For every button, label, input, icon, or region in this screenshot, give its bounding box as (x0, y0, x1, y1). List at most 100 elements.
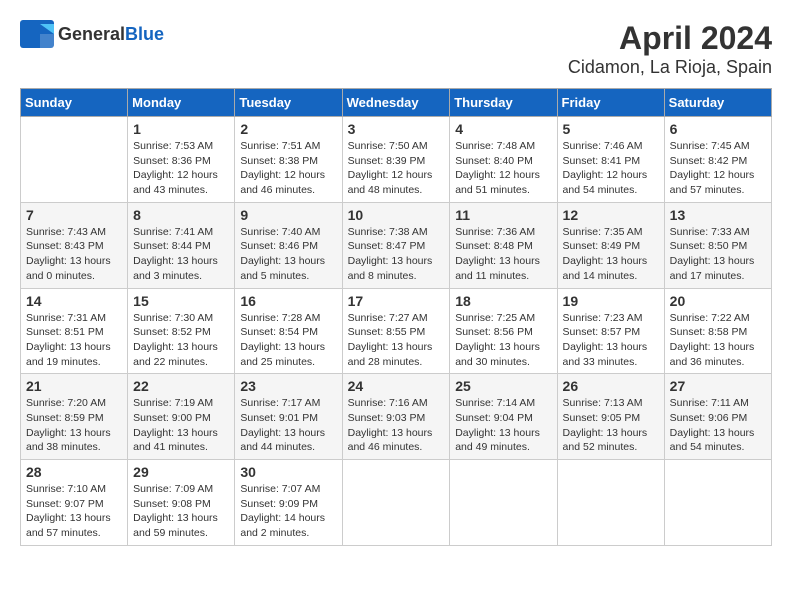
table-row: 21 Sunrise: 7:20 AM Sunset: 8:59 PM Dayli… (21, 374, 128, 460)
day-number: 19 (563, 293, 659, 309)
day-number: 4 (455, 121, 551, 137)
day-info: Sunrise: 7:31 AM Sunset: 8:51 PM Dayligh… (26, 311, 122, 370)
table-row: 14 Sunrise: 7:31 AM Sunset: 8:51 PM Dayli… (21, 288, 128, 374)
logo: GeneralBlue (20, 20, 164, 48)
table-row: 1 Sunrise: 7:53 AM Sunset: 8:36 PM Daylig… (128, 117, 235, 203)
day-number: 29 (133, 464, 229, 480)
table-row: 16 Sunrise: 7:28 AM Sunset: 8:54 PM Dayli… (235, 288, 342, 374)
table-row: 17 Sunrise: 7:27 AM Sunset: 8:55 PM Dayli… (342, 288, 450, 374)
day-number: 16 (240, 293, 336, 309)
table-row: 3Sunrise: 7:50 AM Sunset: 8:39 PM Daylig… (342, 117, 450, 203)
table-row: 30Sunrise: 7:07 AM Sunset: 9:09 PM Dayli… (235, 460, 342, 546)
day-number: 22 (133, 378, 229, 394)
col-wednesday: Wednesday (342, 89, 450, 117)
col-thursday: Thursday (450, 89, 557, 117)
day-number: 15 (133, 293, 229, 309)
table-row (21, 117, 128, 203)
day-info: Sunrise: 7:46 AM Sunset: 8:41 PM Dayligh… (563, 139, 659, 198)
table-row: 26 Sunrise: 7:13 AM Sunset: 9:05 PM Dayli… (557, 374, 664, 460)
day-info: Sunrise: 7:45 AM Sunset: 8:42 PM Dayligh… (670, 139, 766, 198)
day-info: Sunrise: 7:20 AM Sunset: 8:59 PM Dayligh… (26, 396, 122, 455)
calendar-week-row: 21 Sunrise: 7:20 AM Sunset: 8:59 PM Dayli… (21, 374, 772, 460)
table-row: 5Sunrise: 7:46 AM Sunset: 8:41 PM Daylig… (557, 117, 664, 203)
day-number: 2 (240, 121, 336, 137)
day-info: Sunrise: 7:16 AM Sunset: 9:03 PM Dayligh… (348, 396, 445, 455)
day-info: Sunrise: 7:35 AM Sunset: 8:49 PM Dayligh… (563, 225, 659, 284)
table-row: 13 Sunrise: 7:33 AM Sunset: 8:50 PM Dayli… (664, 202, 771, 288)
day-number: 14 (26, 293, 122, 309)
day-number: 3 (348, 121, 445, 137)
day-info: Sunrise: 7:17 AM Sunset: 9:01 PM Dayligh… (240, 396, 336, 455)
day-info: Sunrise: 7:48 AM Sunset: 8:40 PM Dayligh… (455, 139, 551, 198)
table-row: 29 Sunrise: 7:09 AM Sunset: 9:08 PM Dayli… (128, 460, 235, 546)
table-row: 19Sunrise: 7:23 AM Sunset: 8:57 PM Dayli… (557, 288, 664, 374)
table-row: 12 Sunrise: 7:35 AM Sunset: 8:49 PM Dayli… (557, 202, 664, 288)
day-info: Sunrise: 7:33 AM Sunset: 8:50 PM Dayligh… (670, 225, 766, 284)
table-row: 22 Sunrise: 7:19 AM Sunset: 9:00 PM Dayli… (128, 374, 235, 460)
day-info: Sunrise: 7:14 AM Sunset: 9:04 PM Dayligh… (455, 396, 551, 455)
calendar-week-row: 14 Sunrise: 7:31 AM Sunset: 8:51 PM Dayli… (21, 288, 772, 374)
day-number: 12 (563, 207, 659, 223)
table-row: 11 Sunrise: 7:36 AM Sunset: 8:48 PM Dayli… (450, 202, 557, 288)
table-row: 7Sunrise: 7:43 AM Sunset: 8:43 PM Daylig… (21, 202, 128, 288)
day-number: 28 (26, 464, 122, 480)
table-row: 25 Sunrise: 7:14 AM Sunset: 9:04 PM Dayli… (450, 374, 557, 460)
table-row: 4 Sunrise: 7:48 AM Sunset: 8:40 PM Daylig… (450, 117, 557, 203)
day-info: Sunrise: 7:25 AM Sunset: 8:56 PM Dayligh… (455, 311, 551, 370)
table-row (664, 460, 771, 546)
table-row: 18 Sunrise: 7:25 AM Sunset: 8:56 PM Dayli… (450, 288, 557, 374)
day-info: Sunrise: 7:11 AM Sunset: 9:06 PM Dayligh… (670, 396, 766, 455)
title-block: April 2024 Cidamon, La Rioja, Spain (568, 20, 772, 78)
table-row: 28Sunrise: 7:10 AM Sunset: 9:07 PM Dayli… (21, 460, 128, 546)
day-number: 10 (348, 207, 445, 223)
day-number: 6 (670, 121, 766, 137)
day-info: Sunrise: 7:09 AM Sunset: 9:08 PM Dayligh… (133, 482, 229, 541)
calendar-table: Sunday Monday Tuesday Wednesday Thursday… (20, 88, 772, 546)
table-row (342, 460, 450, 546)
day-number: 13 (670, 207, 766, 223)
day-info: Sunrise: 7:22 AM Sunset: 8:58 PM Dayligh… (670, 311, 766, 370)
day-info: Sunrise: 7:30 AM Sunset: 8:52 PM Dayligh… (133, 311, 229, 370)
table-row: 20 Sunrise: 7:22 AM Sunset: 8:58 PM Dayli… (664, 288, 771, 374)
day-number: 11 (455, 207, 551, 223)
table-row: 8Sunrise: 7:41 AM Sunset: 8:44 PM Daylig… (128, 202, 235, 288)
day-number: 25 (455, 378, 551, 394)
day-number: 21 (26, 378, 122, 394)
day-info: Sunrise: 7:27 AM Sunset: 8:55 PM Dayligh… (348, 311, 445, 370)
table-row: 10Sunrise: 7:38 AM Sunset: 8:47 PM Dayli… (342, 202, 450, 288)
table-row: 6 Sunrise: 7:45 AM Sunset: 8:42 PM Daylig… (664, 117, 771, 203)
page-header: GeneralBlue April 2024 Cidamon, La Rioja… (20, 20, 772, 78)
day-number: 23 (240, 378, 336, 394)
table-row: 27 Sunrise: 7:11 AM Sunset: 9:06 PM Dayli… (664, 374, 771, 460)
day-info: Sunrise: 7:28 AM Sunset: 8:54 PM Dayligh… (240, 311, 336, 370)
calendar-week-row: 7Sunrise: 7:43 AM Sunset: 8:43 PM Daylig… (21, 202, 772, 288)
table-row: 24 Sunrise: 7:16 AM Sunset: 9:03 PM Dayli… (342, 374, 450, 460)
page-title: April 2024 (568, 20, 772, 57)
col-friday: Friday (557, 89, 664, 117)
col-monday: Monday (128, 89, 235, 117)
day-info: Sunrise: 7:13 AM Sunset: 9:05 PM Dayligh… (563, 396, 659, 455)
day-number: 26 (563, 378, 659, 394)
day-number: 27 (670, 378, 766, 394)
day-number: 1 (133, 121, 229, 137)
day-number: 18 (455, 293, 551, 309)
table-row: 9Sunrise: 7:40 AM Sunset: 8:46 PM Daylig… (235, 202, 342, 288)
day-number: 7 (26, 207, 122, 223)
table-row: 2Sunrise: 7:51 AM Sunset: 8:38 PM Daylig… (235, 117, 342, 203)
day-info: Sunrise: 7:53 AM Sunset: 8:36 PM Dayligh… (133, 139, 229, 198)
page-subtitle: Cidamon, La Rioja, Spain (568, 57, 772, 78)
day-info: Sunrise: 7:36 AM Sunset: 8:48 PM Dayligh… (455, 225, 551, 284)
day-number: 20 (670, 293, 766, 309)
logo-general-text: General (58, 24, 125, 44)
calendar-week-row: 28Sunrise: 7:10 AM Sunset: 9:07 PM Dayli… (21, 460, 772, 546)
day-info: Sunrise: 7:41 AM Sunset: 8:44 PM Dayligh… (133, 225, 229, 284)
table-row: 15 Sunrise: 7:30 AM Sunset: 8:52 PM Dayli… (128, 288, 235, 374)
table-row (557, 460, 664, 546)
table-row: 23 Sunrise: 7:17 AM Sunset: 9:01 PM Dayli… (235, 374, 342, 460)
day-number: 17 (348, 293, 445, 309)
day-info: Sunrise: 7:07 AM Sunset: 9:09 PM Dayligh… (240, 482, 336, 541)
logo-blue-text: Blue (125, 24, 164, 44)
day-info: Sunrise: 7:19 AM Sunset: 9:00 PM Dayligh… (133, 396, 229, 455)
col-sunday: Sunday (21, 89, 128, 117)
day-number: 24 (348, 378, 445, 394)
